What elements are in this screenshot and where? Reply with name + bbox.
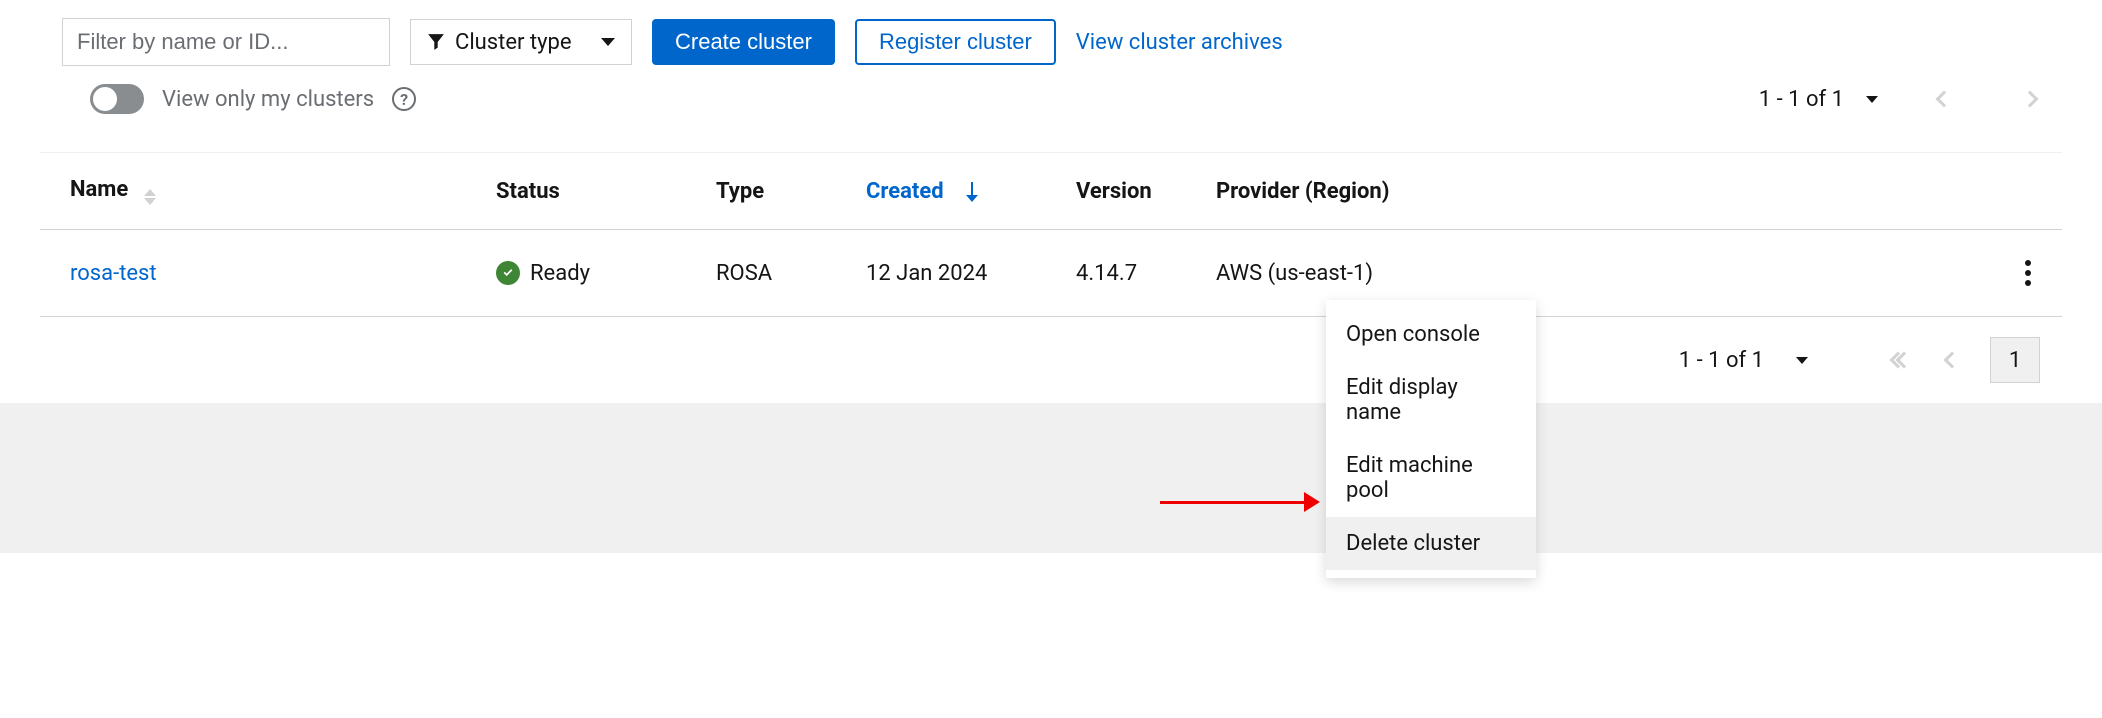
col-created-label: Created: [866, 179, 944, 204]
pager-prev-top[interactable]: [1934, 89, 1954, 109]
register-cluster-button[interactable]: Register cluster: [855, 19, 1056, 65]
cluster-name-link[interactable]: rosa-test: [70, 261, 157, 286]
table-row: rosa-test Ready ROSA 12 Jan 2024 4.14.7 …: [40, 230, 2062, 317]
col-version[interactable]: Version: [1060, 153, 1200, 230]
pager-caret-bottom-icon[interactable]: [1796, 357, 1808, 364]
col-name-label: Name: [70, 177, 128, 202]
view-my-clusters-label: View only my clusters: [162, 87, 374, 112]
menu-edit-machine-pool[interactable]: Edit machine pool: [1326, 439, 1536, 517]
menu-edit-display-name[interactable]: Edit display name: [1326, 361, 1536, 439]
status-text: Ready: [530, 261, 590, 286]
row-actions-kebab[interactable]: [2018, 260, 2038, 286]
version-cell: 4.14.7: [1060, 230, 1200, 317]
col-name[interactable]: Name: [40, 153, 480, 230]
annotation-arrow: [1160, 492, 1320, 512]
sort-icon: [144, 189, 156, 205]
provider-cell: AWS (us-east-1): [1200, 230, 2002, 317]
view-my-clusters-toggle[interactable]: [90, 84, 144, 114]
sort-desc-icon: [971, 182, 973, 198]
clusters-table: Name Status Type Created Version Provide…: [40, 153, 2062, 316]
filter-icon: [427, 33, 445, 51]
cluster-type-label: Cluster type: [455, 30, 572, 55]
row-actions-menu: Open console Edit display name Edit mach…: [1326, 300, 1536, 578]
page-number-box[interactable]: 1: [1990, 337, 2040, 383]
pager-first[interactable]: [1894, 350, 1914, 370]
caret-down-icon: [601, 38, 615, 46]
col-created[interactable]: Created: [850, 153, 1060, 230]
cluster-type-dropdown[interactable]: Cluster type: [410, 19, 632, 65]
type-cell: ROSA: [700, 230, 850, 317]
pager-next-top[interactable]: [2020, 89, 2040, 109]
col-status[interactable]: Status: [480, 153, 700, 230]
view-archives-link[interactable]: View cluster archives: [1076, 30, 1283, 55]
menu-open-console[interactable]: Open console: [1326, 308, 1536, 361]
pager-text-bottom: 1 - 1 of 1: [1679, 348, 1764, 373]
pager-caret-icon[interactable]: [1866, 96, 1878, 103]
created-cell: 12 Jan 2024: [850, 230, 1060, 317]
status-ready-icon: [496, 261, 520, 285]
help-icon[interactable]: ?: [392, 87, 416, 111]
menu-delete-cluster[interactable]: Delete cluster: [1326, 517, 1536, 570]
col-type[interactable]: Type: [700, 153, 850, 230]
pager-text-top: 1 - 1 of 1: [1759, 87, 1844, 112]
footer-background: [0, 403, 2102, 553]
filter-input[interactable]: [62, 18, 390, 66]
col-provider[interactable]: Provider (Region): [1200, 153, 2002, 230]
pager-prev-bottom[interactable]: [1942, 350, 1962, 370]
create-cluster-button[interactable]: Create cluster: [652, 19, 835, 65]
